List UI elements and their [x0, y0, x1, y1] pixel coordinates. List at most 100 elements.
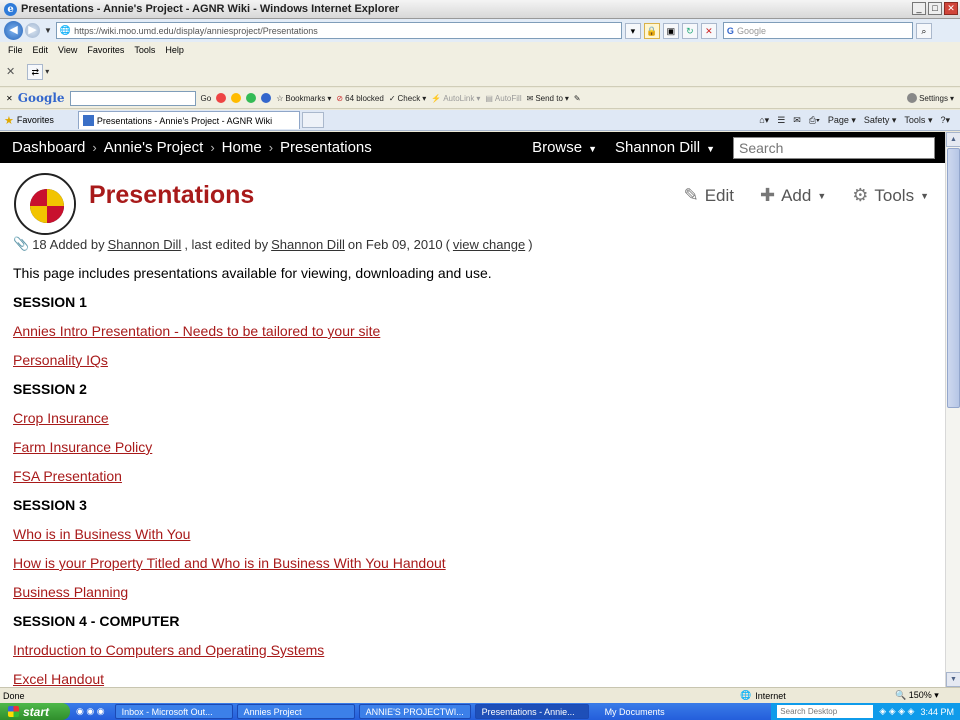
compatibility-icon[interactable]: ▣	[662, 22, 679, 39]
presentation-link[interactable]: Who is in Business With You	[13, 526, 190, 542]
scroll-thumb[interactable]	[947, 148, 960, 408]
last-edited-label: , last edited by	[184, 236, 269, 252]
close-google-toolbar-icon[interactable]: ✕	[6, 94, 13, 103]
menu-help[interactable]: Help	[165, 45, 184, 55]
settings-button[interactable]: Settings ▾	[907, 93, 954, 103]
close-button[interactable]: ✕	[944, 2, 958, 15]
scroll-up-icon[interactable]: ▲	[946, 132, 960, 147]
back-button[interactable]: ◀	[4, 21, 23, 40]
presentation-link[interactable]: Introduction to Computers and Operating …	[13, 642, 324, 658]
caret-down-icon: ▼	[817, 190, 827, 201]
autofill-button[interactable]: ▤ AutoFill	[485, 94, 521, 103]
menu-favorites[interactable]: Favorites	[87, 45, 124, 55]
spell-check-button[interactable]: ✓ Check ▾	[389, 94, 426, 103]
start-button[interactable]: start	[0, 703, 70, 720]
breadcrumb-home[interactable]: Home	[222, 139, 262, 156]
presentation-link[interactable]: Farm Insurance Policy	[13, 439, 152, 455]
task-presentations[interactable]: Presentations - Annie...	[474, 704, 589, 719]
page-menu[interactable]: Page ▾	[828, 115, 856, 126]
plus-icon: ✚	[759, 185, 776, 205]
quick-launch-icons[interactable]: ◉ ◉ ◉	[76, 706, 105, 717]
presentation-link[interactable]: FSA Presentation	[13, 468, 122, 484]
open-paren: (	[445, 236, 450, 252]
browser-search-placeholder: Google	[736, 25, 766, 36]
help-icon[interactable]: ?▾	[940, 115, 950, 126]
task-annies-projectwiki[interactable]: ANNIE'S PROJECTWI...	[358, 704, 471, 719]
menu-tools[interactable]: Tools	[134, 45, 155, 55]
page-title-area: Presentations ✎ Edit ✚ Add ▼ ⚙ Tools ▼	[0, 163, 945, 235]
safety-menu[interactable]: Safety ▾	[864, 115, 897, 126]
google-toolbar-search-input[interactable]	[69, 90, 196, 106]
view-change-link[interactable]: view change	[453, 237, 525, 252]
menu-view[interactable]: View	[58, 45, 77, 55]
vertical-scrollbar[interactable]: ▲ ▼	[945, 132, 960, 687]
google-app-icon-3[interactable]	[261, 93, 272, 103]
google-app-icon-2[interactable]	[246, 93, 257, 103]
presentation-link[interactable]: Business Planning	[13, 584, 128, 600]
author-link[interactable]: Shannon Dill	[108, 237, 182, 252]
feeds-icon[interactable]: ☰	[777, 115, 785, 126]
close-toolbar-icon[interactable]: ✕	[6, 65, 15, 78]
stop-icon[interactable]: ✕	[700, 22, 717, 39]
forward-button[interactable]: ▶	[25, 23, 40, 38]
editor-link[interactable]: Shannon Dill	[271, 237, 345, 252]
breadcrumb-annies-project[interactable]: Annie's Project	[104, 139, 204, 156]
google-go-button[interactable]: Go	[201, 94, 212, 103]
popup-blocked-button[interactable]: ⊘ 64 blocked	[336, 94, 383, 103]
presentation-link[interactable]: Excel Handout	[13, 671, 104, 687]
tab-presentations[interactable]: Presentations - Annie's Project - AGNR W…	[77, 111, 300, 129]
menu-edit[interactable]: Edit	[33, 45, 49, 55]
bookmarks-button[interactable]: ☆ Bookmarks ▾	[276, 94, 331, 103]
autolink-button[interactable]: ⚡ AutoLink ▾	[431, 94, 480, 103]
new-tab-button[interactable]	[301, 112, 324, 128]
presentation-link[interactable]: Personality IQs	[13, 352, 108, 368]
history-dropdown-icon[interactable]: ▼	[44, 26, 52, 35]
print-icon[interactable]: ⎙▾	[809, 115, 820, 126]
paperclip-icon[interactable]: 📎	[13, 236, 29, 252]
caret-down-icon: ▼	[920, 190, 929, 201]
list-item: Annies Intro Presentation - Needs to be …	[13, 322, 933, 351]
scroll-down-icon[interactable]: ▼	[946, 672, 960, 687]
my-documents-toolbar[interactable]: My Documents	[605, 707, 665, 717]
add-button[interactable]: ✚ Add ▼	[760, 185, 826, 206]
task-annies-project[interactable]: Annies Project	[236, 704, 355, 719]
attachment-count[interactable]: 18	[32, 237, 46, 252]
menu-file[interactable]: File	[8, 45, 23, 55]
edit-button[interactable]: ✎ Edit	[684, 185, 734, 206]
presentation-link[interactable]: Crop Insurance	[13, 410, 109, 426]
list-item: Personality IQs	[13, 351, 933, 380]
pencil-icon[interactable]: ✎	[574, 94, 581, 103]
breadcrumb-dashboard[interactable]: Dashboard	[12, 139, 85, 156]
read-mail-icon[interactable]: ✉	[793, 115, 801, 126]
favorites-button[interactable]: ★ Favorites	[4, 114, 54, 127]
minimize-button[interactable]: _	[912, 2, 926, 15]
breadcrumb-presentations[interactable]: Presentations	[280, 139, 372, 156]
presentation-link[interactable]: How is your Property Titled and Who is i…	[13, 555, 446, 571]
home-icon[interactable]: ⌂▾	[759, 115, 769, 126]
search-go-icon[interactable]: ⌕	[915, 22, 932, 39]
maximize-button[interactable]: □	[928, 2, 942, 15]
url-dropdown-icon[interactable]: ▾	[624, 22, 641, 39]
send-to-button[interactable]: ✉ Send to ▾	[527, 94, 569, 103]
address-input[interactable]: 🌐 https://wiki.moo.umd.edu/display/annie…	[55, 22, 622, 39]
desktop-search-input[interactable]: Search Desktop	[777, 705, 874, 718]
tray-icons[interactable]: ◈ ◈ ◈ ◈	[879, 706, 914, 717]
tools-menu[interactable]: Tools ▾	[904, 115, 932, 126]
refresh-icon[interactable]: ↻	[681, 22, 698, 39]
tools-button[interactable]: ⚙ Tools ▼	[852, 185, 929, 206]
translate-dropdown-icon[interactable]: ▾	[45, 67, 49, 76]
task-outlook[interactable]: Inbox - Microsoft Out...	[114, 704, 233, 719]
zoom-level[interactable]: 🔍 150% ▾	[895, 690, 939, 701]
list-item: FSA Presentation	[13, 467, 933, 496]
presentation-link[interactable]: Annies Intro Presentation - Needs to be …	[13, 323, 380, 339]
google-app-icon[interactable]	[231, 93, 242, 103]
browser-search-input[interactable]: G Google	[722, 22, 913, 39]
address-bar-row: ◀ ▶ ▼ 🌐 https://wiki.moo.umd.edu/display…	[0, 19, 960, 42]
gmail-icon[interactable]	[216, 93, 227, 103]
lock-icon[interactable]: 🔒	[643, 22, 660, 39]
user-menu[interactable]: Shannon Dill ▼	[615, 139, 715, 156]
browse-menu[interactable]: Browse ▼	[532, 139, 597, 156]
tab-favicon-icon	[82, 115, 94, 126]
translate-icon[interactable]: ⇄	[27, 63, 44, 80]
wiki-search-input[interactable]	[733, 136, 935, 159]
